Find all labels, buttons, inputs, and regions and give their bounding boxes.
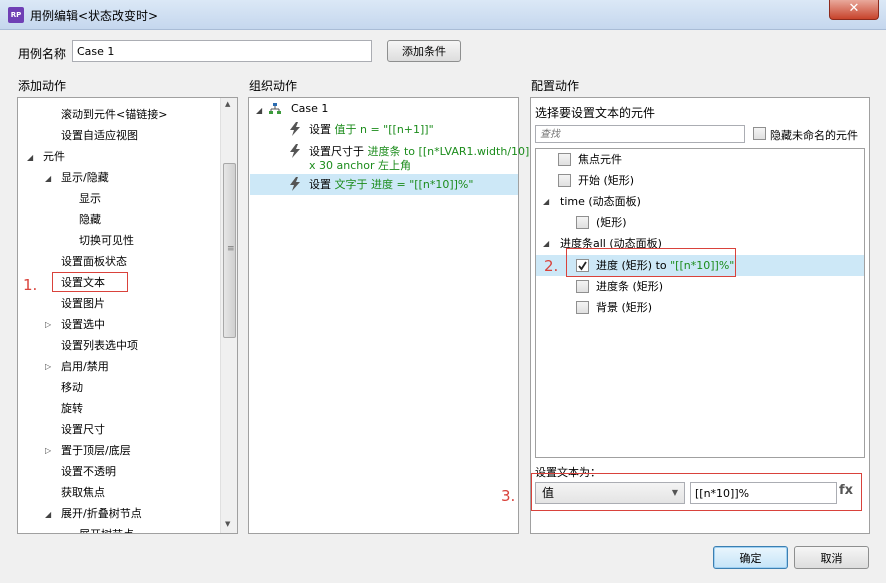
scroll-thumb[interactable]: ≡ — [223, 163, 236, 338]
organize-action-tree: ◢ Case 1 设置 值于 n = "[[n+1]]" 设置尺寸于 进度条 t… — [248, 97, 534, 534]
tree-item-hide[interactable]: 隐藏 — [79, 210, 101, 230]
step-marker-3: 3. — [501, 487, 516, 505]
widget-time-rect[interactable]: (矩形) — [596, 213, 627, 233]
expand-arrow-icon[interactable]: ◢ — [45, 174, 51, 183]
tree-item-show[interactable]: 显示 — [79, 189, 101, 209]
tree-item-set-list-selected[interactable]: 设置列表选中项 — [61, 336, 138, 356]
hide-unnamed-checkbox[interactable] — [753, 127, 766, 140]
tree-item-focus[interactable]: 获取焦点 — [61, 483, 105, 503]
expand-arrow-icon[interactable]: ◢ — [27, 153, 33, 162]
widget-progress-bar[interactable]: 进度条 (矩形) — [596, 277, 663, 297]
tree-item-enable-disable[interactable]: 启用/禁用 — [61, 357, 109, 377]
lightning-icon — [290, 144, 300, 158]
checkbox-time-rect[interactable] — [576, 216, 589, 229]
tree-item-set-adaptive-view[interactable]: 设置自适应视图 — [61, 126, 138, 146]
lightning-icon — [290, 122, 300, 136]
tree-item-set-opacity[interactable]: 设置不透明 — [61, 462, 116, 482]
action-set-text[interactable]: 设置 文字于 进度 = "[[n*10]]%" — [309, 175, 473, 195]
checkbox-focus-widget[interactable] — [558, 153, 571, 166]
close-button[interactable]: ✕ — [829, 0, 879, 20]
expand-arrow-icon[interactable]: ◢ — [45, 510, 51, 519]
tree-item-widgets[interactable]: 元件 — [43, 147, 65, 167]
tree-item-rotate[interactable]: 旋转 — [61, 399, 83, 419]
tree-item-set-panel-state[interactable]: 设置面板状态 — [61, 252, 127, 272]
checkbox-progress-bar[interactable] — [576, 280, 589, 293]
lightning-icon — [290, 177, 300, 191]
organize-action-title: 组织动作 — [249, 79, 298, 93]
tree-item-show-hide[interactable]: 显示/隐藏 — [61, 168, 109, 188]
add-action-tree: 滚动到元件<锚链接> 设置自适应视图 ◢ 元件 ◢ 显示/隐藏 显示 隐藏 切换… — [17, 97, 238, 534]
highlight-box-set-text — [52, 272, 128, 292]
add-condition-button[interactable]: 添加条件 — [387, 40, 461, 62]
tree-item-toggle-visibility[interactable]: 切换可见性 — [79, 231, 134, 251]
checkbox-start[interactable] — [558, 174, 571, 187]
action-detail-line2: x 30 anchor 左上角 — [309, 159, 411, 172]
vertical-scrollbar[interactable]: ▲ ≡ ▼ — [220, 98, 237, 533]
tree-item-bring-front-back[interactable]: 置于顶层/底层 — [61, 441, 131, 461]
scroll-up-arrow-icon[interactable]: ▲ — [225, 100, 230, 108]
cancel-button[interactable]: 取消 — [794, 546, 869, 569]
action-detail: 值于 n = "[[n+1]]" — [334, 123, 434, 136]
grip-icon: ≡ — [227, 244, 235, 254]
highlight-box-set-text-value — [531, 473, 862, 511]
widget-time-panel[interactable]: time (动态面板) — [560, 192, 641, 212]
action-set-value[interactable]: 设置 值于 n = "[[n+1]]" — [309, 120, 434, 140]
case-name-input[interactable] — [72, 40, 372, 62]
action-verb: 设置 — [309, 178, 331, 191]
scroll-down-arrow-icon[interactable]: ▼ — [225, 520, 230, 528]
widget-start[interactable]: 开始 (矩形) — [578, 171, 634, 191]
expand-arrow-icon[interactable]: ◢ — [256, 106, 262, 115]
step-marker-2: 2. — [544, 257, 559, 275]
collapsed-arrow-icon[interactable]: ▷ — [45, 446, 51, 455]
select-widget-label: 选择要设置文本的元件 — [535, 106, 656, 120]
action-verb: 设置 — [309, 123, 331, 136]
case-label[interactable]: Case 1 — [291, 99, 328, 119]
expand-arrow-icon[interactable]: ◢ — [543, 197, 549, 206]
highlight-box-progress — [566, 248, 736, 277]
step-marker-1: 1. — [23, 276, 38, 294]
checkbox-background[interactable] — [576, 301, 589, 314]
collapsed-arrow-icon[interactable]: ▷ — [45, 320, 51, 329]
ok-button[interactable]: 确定 — [713, 546, 788, 569]
widget-focus[interactable]: 焦点元件 — [578, 150, 622, 170]
configure-action-panel: 选择要设置文本的元件 隐藏未命名的元件 焦点元件 开始 (矩形) ◢ time … — [530, 97, 870, 534]
tree-item-set-image[interactable]: 设置图片 — [61, 294, 105, 314]
window-title: 用例编辑<状态改变时> — [30, 9, 159, 23]
search-input[interactable] — [535, 125, 745, 143]
tree-item-set-size[interactable]: 设置尺寸 — [61, 420, 105, 440]
collapsed-arrow-icon[interactable]: ▷ — [45, 362, 51, 371]
action-detail: 文字于 进度 = "[[n*10]]%" — [334, 178, 474, 191]
configure-action-title: 配置动作 — [531, 79, 580, 93]
widget-tree: 焦点元件 开始 (矩形) ◢ time (动态面板) (矩形) ◢ 进度条all… — [535, 148, 865, 458]
expand-arrow-icon[interactable]: ◢ — [543, 239, 549, 248]
tree-item-expand-tree-node[interactable]: 展开树节点 — [79, 525, 134, 533]
tree-item-move[interactable]: 移动 — [61, 378, 83, 398]
hide-unnamed-label: 隐藏未命名的元件 — [770, 129, 858, 142]
widget-background[interactable]: 背景 (矩形) — [596, 298, 652, 318]
title-bar: RP 用例编辑<状态改变时> ✕ — [0, 0, 886, 30]
tree-item-scroll-to[interactable]: 滚动到元件<锚链接> — [61, 105, 167, 125]
case-name-label: 用例名称 — [18, 47, 67, 61]
tree-item-set-selected[interactable]: 设置选中 — [61, 315, 105, 335]
tree-item-expand-collapse-tree[interactable]: 展开/折叠树节点 — [61, 504, 142, 524]
case-tree-icon — [269, 103, 281, 114]
app-icon: RP — [8, 7, 24, 23]
add-action-title: 添加动作 — [18, 79, 67, 93]
